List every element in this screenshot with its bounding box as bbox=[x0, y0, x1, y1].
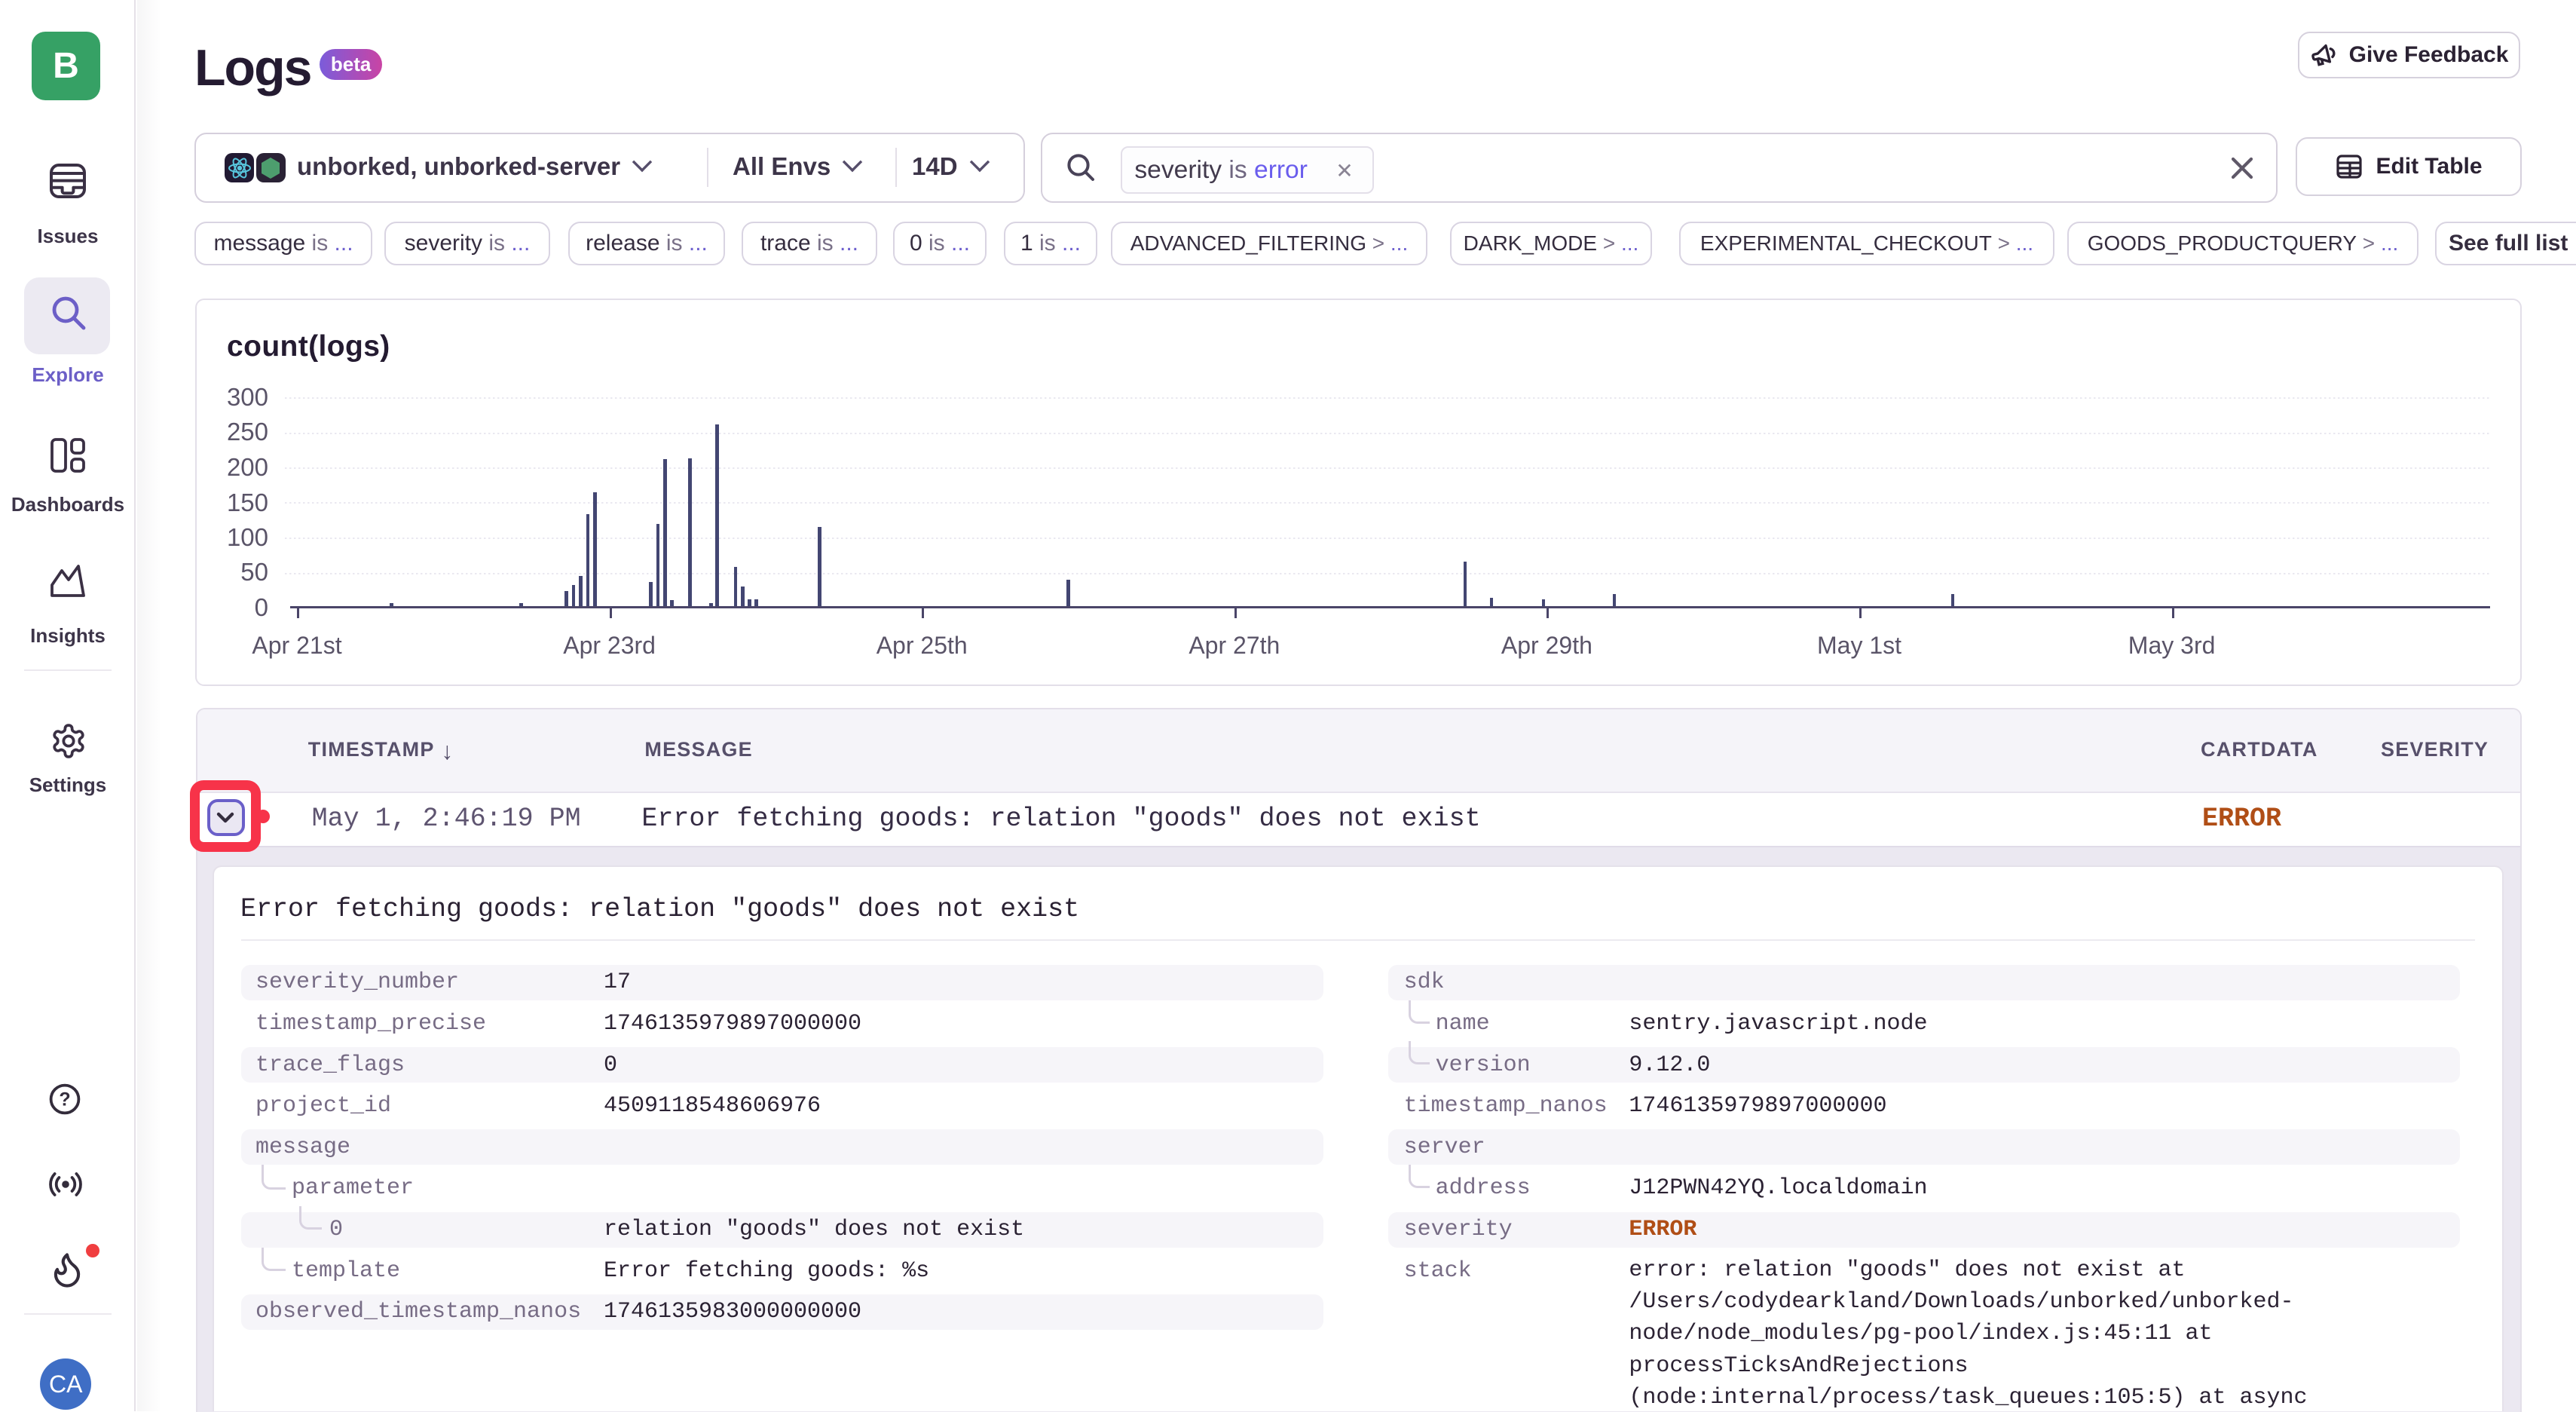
svg-text:?: ? bbox=[59, 1089, 70, 1110]
